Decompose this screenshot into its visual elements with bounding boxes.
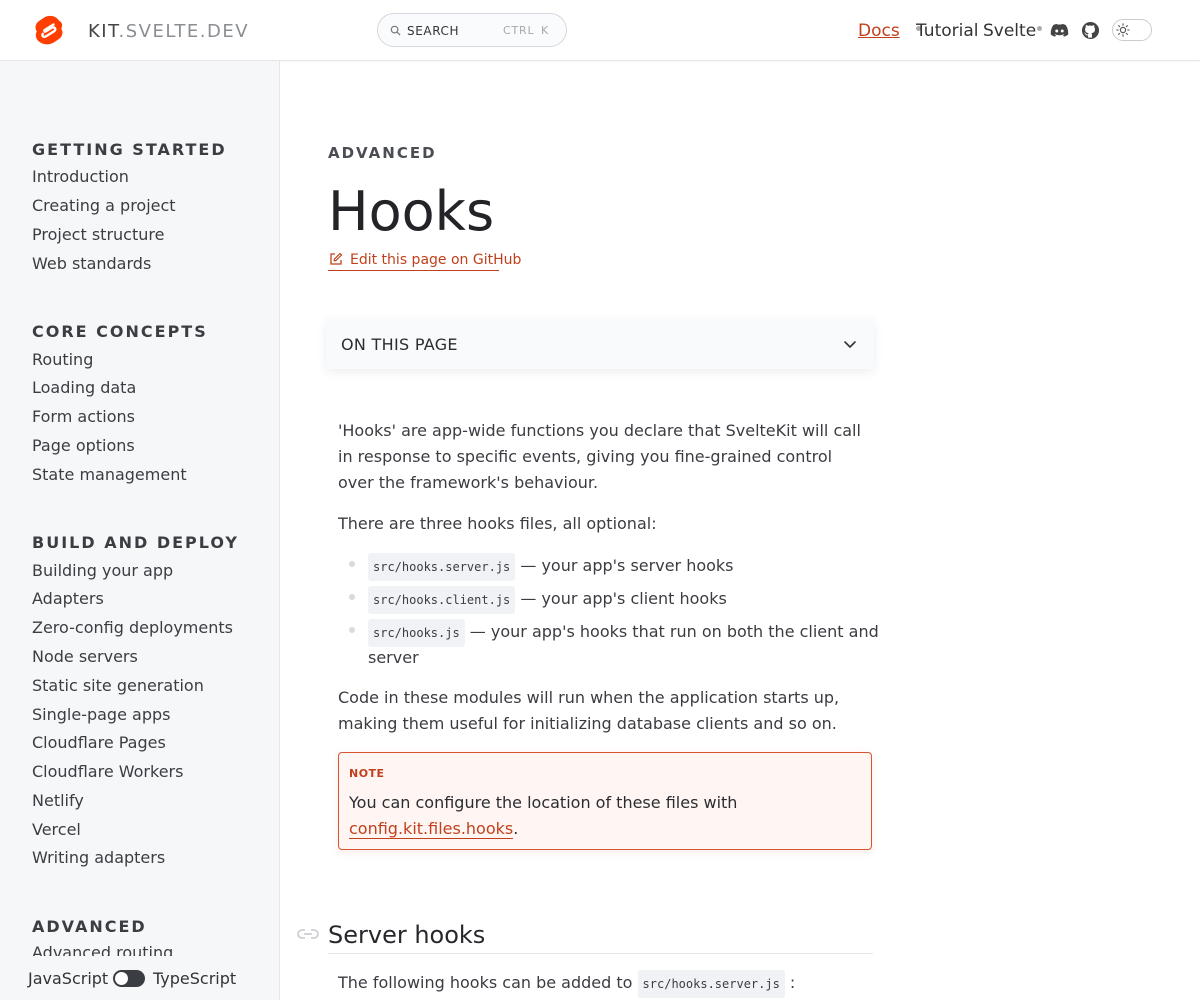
search-shortcut-ctrl: CTRL	[503, 24, 535, 37]
sidebar-item-single-page-apps[interactable]: Single-page apps	[32, 705, 170, 724]
nav-docs-link[interactable]: Docs	[858, 21, 900, 41]
search-shortcut-k: K	[541, 24, 550, 37]
note-body: You can configure the location of these …	[349, 793, 738, 839]
sidebar-item-adapters[interactable]: Adapters	[32, 589, 104, 608]
sidebar-item-creating-a-project[interactable]: Creating a project	[32, 196, 176, 215]
language-toggle-bar: JavaScript TypeScript	[0, 956, 279, 1000]
sidebar-item-loading-data[interactable]: Loading data	[32, 378, 136, 397]
section-eyebrow: ADVANCED	[328, 144, 437, 162]
server-hooks-intro: The following hooks can be added to src/…	[338, 970, 878, 998]
on-this-page-label: ON THIS PAGE	[341, 335, 458, 354]
sidebar-item-introduction[interactable]: Introduction	[32, 167, 129, 186]
search-label: SEARCH	[407, 24, 460, 38]
sidebar-item-netlify[interactable]: Netlify	[32, 791, 84, 810]
sidebar-item-node-servers[interactable]: Node servers	[32, 647, 138, 666]
list-bullet	[349, 594, 355, 600]
hooks-files-intro: There are three hooks files, all optiona…	[338, 514, 657, 533]
sidebar-item-routing[interactable]: Routing	[32, 350, 93, 369]
svelte-logo-icon[interactable]	[34, 14, 64, 48]
search-icon	[390, 25, 401, 36]
anchor-link-icon[interactable]	[296, 926, 320, 942]
list-bullet	[349, 627, 355, 633]
sidebar-item-project-structure[interactable]: Project structure	[32, 225, 164, 244]
language-switch-knob	[115, 972, 128, 985]
sidebar-item-cloudflare-workers[interactable]: Cloudflare Workers	[32, 762, 183, 781]
list-item-universal-hooks-cont: server	[368, 648, 419, 667]
nav-tutorial-link-text[interactable]: Tutorial	[916, 21, 979, 41]
sidebar-heading-getting-started: GETTING STARTED	[32, 140, 227, 159]
sidebar-item-page-options[interactable]: Page options	[32, 436, 135, 455]
inline-code: src/hooks.server.js	[637, 970, 785, 998]
sidebar-heading-build-and-deploy: BUILD AND DEPLOY	[32, 533, 239, 552]
sidebar-item-zero-config-deployments[interactable]: Zero-config deployments	[32, 618, 233, 637]
list-item-universal-hooks: src/hooks.js — your app's hooks that run…	[368, 619, 879, 647]
sidebar-item-state-management[interactable]: State management	[32, 465, 187, 484]
search-box[interactable]: SEARCH CTRL K	[377, 13, 567, 47]
edit-link-text: Edit this page on GitHub	[350, 252, 522, 268]
language-switch[interactable]	[113, 970, 145, 987]
sidebar-heading-advanced: ADVANCED	[32, 917, 147, 936]
sidebar-item-vercel[interactable]: Vercel	[32, 820, 81, 839]
discord-icon[interactable]	[1050, 21, 1069, 40]
site-brand[interactable]: KIT.SVELTE.DEV	[88, 21, 249, 42]
nav-svelte-link[interactable]: Svelte	[983, 21, 1036, 41]
language-javascript-label[interactable]: JavaScript	[28, 969, 108, 988]
list-bullet	[349, 561, 355, 567]
sidebar-heading-core-concepts: CORE CONCEPTS	[32, 322, 208, 341]
list-item-server-hooks: src/hooks.server.js — your app's server …	[368, 553, 734, 581]
sidebar-item-static-site-generation[interactable]: Static site generation	[32, 676, 204, 695]
page-title: Hooks	[328, 180, 495, 243]
inline-code: src/hooks.js	[368, 619, 465, 647]
top-navbar: KIT.SVELTE.DEV SEARCH CTRL K Docs Tutori…	[0, 0, 1200, 61]
sidebar-item-writing-adapters[interactable]: Writing adapters	[32, 848, 165, 867]
github-icon[interactable]	[1081, 21, 1100, 40]
inline-code: src/hooks.client.js	[368, 586, 516, 614]
nav-separator-2	[1037, 26, 1042, 31]
heading-divider	[328, 953, 873, 954]
chevron-down-icon	[844, 341, 856, 348]
sidebar-item-form-actions[interactable]: Form actions	[32, 407, 135, 426]
note-tag: NOTE	[349, 767, 385, 780]
sun-icon	[1116, 23, 1130, 37]
intro-paragraph: 'Hooks' are app-wide functions you decla…	[338, 421, 861, 492]
edit-icon	[330, 252, 343, 265]
language-typescript-label[interactable]: TypeScript	[153, 969, 236, 988]
list-item-client-hooks: src/hooks.client.js — your app's client …	[368, 586, 727, 614]
sidebar-item-cloudflare-pages[interactable]: Cloudflare Pages	[32, 733, 166, 752]
sidebar-item-building-your-app[interactable]: Building your app	[32, 561, 173, 580]
note-callout: NOTE You can configure the location of t…	[338, 752, 872, 850]
inline-code: src/hooks.server.js	[368, 553, 516, 581]
docs-sidebar: GETTING STARTED Introduction Creating a …	[0, 61, 280, 1000]
edit-on-github-link[interactable]: Edit this page on GitHub	[328, 249, 521, 271]
config-hooks-link[interactable]: config.kit.files.hooks	[349, 819, 514, 839]
on-this-page-dropdown[interactable]: ON THIS PAGE	[326, 319, 874, 369]
modules-paragraph: Code in these modules will run when the …	[338, 688, 840, 733]
sidebar-item-web-standards[interactable]: Web standards	[32, 254, 151, 273]
server-hooks-heading: Server hooks	[328, 921, 486, 949]
theme-toggle[interactable]	[1112, 19, 1152, 41]
